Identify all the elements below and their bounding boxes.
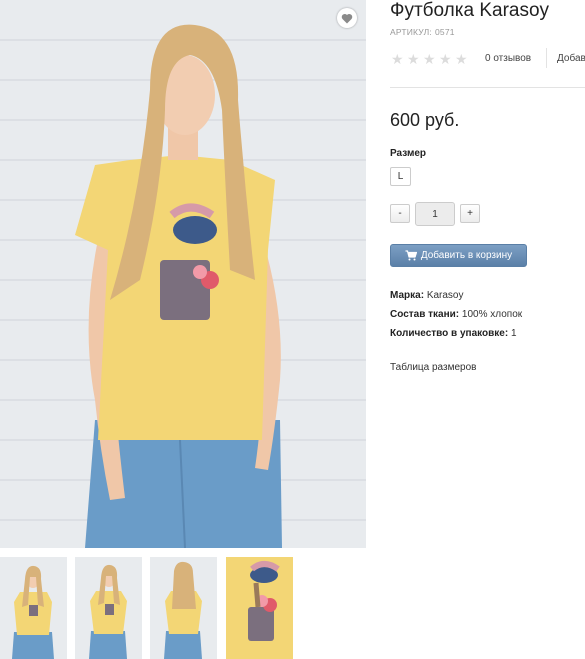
product-sku: АРТИКУЛ: 0571: [390, 27, 455, 37]
quantity-input[interactable]: [415, 202, 455, 226]
thumbnail-3[interactable]: [150, 557, 217, 659]
sku-label: АРТИКУЛ:: [390, 27, 432, 37]
star-icon[interactable]: ★: [455, 52, 469, 66]
spec-label: Состав ткани:: [390, 309, 460, 320]
star-icon[interactable]: ★: [423, 52, 437, 66]
heart-icon: [341, 13, 353, 23]
add-to-cart-label: Добавить в корзину: [420, 250, 513, 261]
wishlist-button[interactable]: [337, 8, 357, 28]
star-icon[interactable]: ★: [439, 52, 453, 66]
product-price: 600 руб.: [390, 110, 460, 130]
product-title: Футболка Karasoy: [390, 0, 550, 21]
size-option-l[interactable]: L: [390, 167, 411, 186]
spec-value: 1: [510, 328, 517, 339]
quantity-increase-button[interactable]: +: [460, 204, 480, 223]
cart-icon: [405, 250, 417, 261]
spec-label: Марка:: [390, 290, 425, 301]
sku-value: 0571: [434, 27, 455, 37]
add-review-link[interactable]: Добав: [557, 53, 585, 64]
star-icon[interactable]: ★: [391, 52, 405, 66]
spec-label: Количество в упаковке:: [390, 328, 509, 339]
star-icon[interactable]: ★: [407, 52, 421, 66]
rating-stars[interactable]: ★ ★ ★ ★ ★: [391, 52, 469, 66]
spec-value: 100% хлопок: [461, 309, 523, 320]
size-table-link[interactable]: Таблица размеров: [390, 362, 476, 373]
spec-fabric: Состав ткани: 100% хлопок: [390, 309, 522, 320]
quantity-decrease-button[interactable]: -: [390, 204, 410, 223]
spec-brand: Марка: Karasoy: [390, 290, 464, 301]
divider: [546, 48, 547, 68]
divider: [390, 87, 585, 88]
spec-value: Karasoy: [426, 290, 464, 301]
main-product-image[interactable]: [0, 0, 366, 548]
reviews-link[interactable]: 0 отзывов: [485, 53, 531, 64]
thumbnail-2[interactable]: [75, 557, 142, 659]
thumbnail-1[interactable]: [0, 557, 67, 659]
size-label: Размер: [390, 148, 427, 159]
thumbnail-4[interactable]: [226, 557, 293, 659]
spec-pack-quantity: Количество в упаковке: 1: [390, 328, 517, 339]
add-to-cart-button[interactable]: Добавить в корзину: [390, 244, 527, 267]
